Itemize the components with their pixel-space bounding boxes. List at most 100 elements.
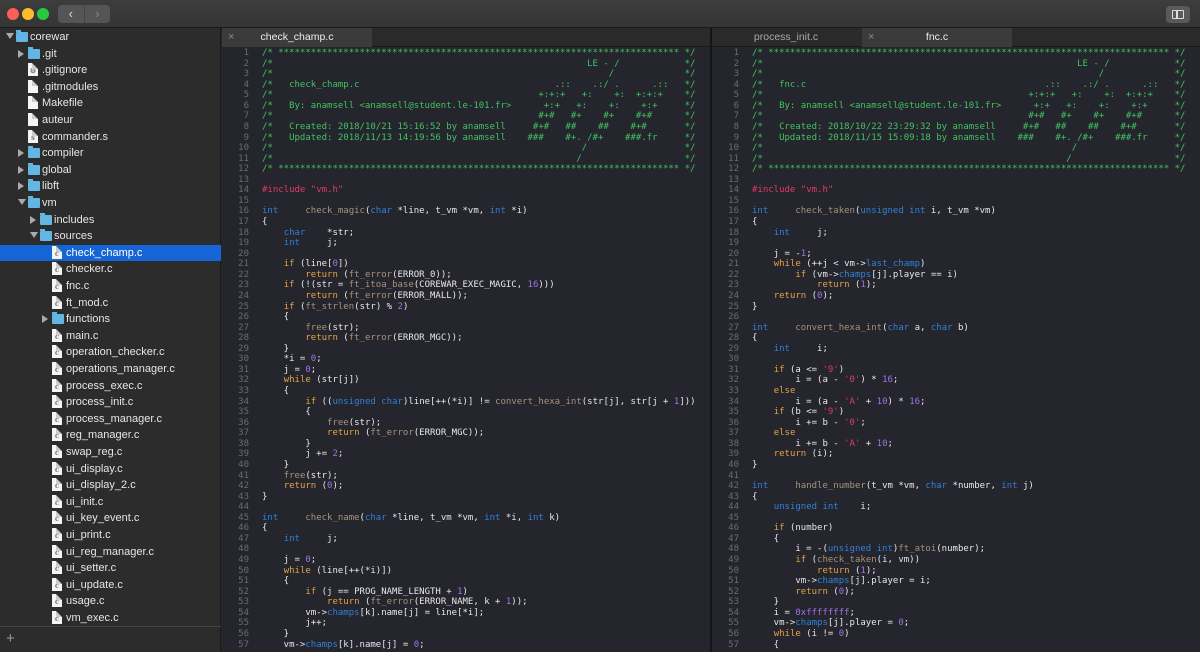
editor-pane-left: check_champ.c × 1 /* **********************… xyxy=(222,28,710,652)
close-tab-icon[interactable]: × xyxy=(228,28,234,47)
tree-item-gitmodules[interactable]: .gitmodules xyxy=(0,79,221,96)
code-text: if (b <= '9') xyxy=(773,407,845,418)
chevron-left-icon[interactable]: ‹ xyxy=(58,5,84,23)
disclosure-closed-icon[interactable] xyxy=(18,49,24,58)
code-editor[interactable]: 1 /* ************************************… xyxy=(222,48,710,650)
code-text: #include "vm.h" xyxy=(752,185,834,196)
line-number: 29 xyxy=(238,343,249,354)
code-text: i = -(unsigned int)ft_atoi(number); xyxy=(752,544,986,555)
tree-item-vm[interactable]: vm xyxy=(0,195,221,212)
code-line: 23 if (!(str = ft_itoa_base(COREWAR_EXEC… xyxy=(222,280,710,291)
tree-item-process-manager-c[interactable]: c process_manager.c xyxy=(0,411,221,428)
line-number: 24 xyxy=(238,290,249,301)
tree-item-process-init-c[interactable]: c process_init.c xyxy=(0,394,221,411)
line-number: 10 xyxy=(238,143,249,154)
tree-item-ui-print-c[interactable]: c ui_print.c xyxy=(0,527,221,544)
tree-item-fnc-c[interactable]: c fnc.c xyxy=(0,278,221,295)
tree-item-functions[interactable]: functions xyxy=(0,311,221,328)
tree-item-git[interactable]: .git xyxy=(0,46,221,63)
line-number: 39 xyxy=(728,449,739,460)
close-window-button[interactable] xyxy=(7,8,19,20)
chevron-right-icon[interactable]: › xyxy=(83,5,111,23)
tree-item-operations-manager-c[interactable]: c operations_manager.c xyxy=(0,361,221,378)
tree-item-ft-mod-c[interactable]: c ft_mod.c xyxy=(0,295,221,312)
code-line: 35 if (b <= '9') xyxy=(712,407,1200,418)
title-bar: ‹ › xyxy=(0,0,1200,28)
line-number: 6 xyxy=(733,100,739,111)
sidebar-toggle-button[interactable] xyxy=(1166,6,1190,23)
tree-item-usage-c[interactable]: c usage.c xyxy=(0,593,221,610)
code-line: 53 return (ft_error(ERROR_NAME, k + 1)); xyxy=(222,597,710,608)
code-text: /* / */ xyxy=(262,153,696,164)
code-line: 32 i = (a - '0') * 16; xyxy=(712,375,1200,386)
tree-item-sources[interactable]: sources xyxy=(0,228,221,245)
tab-check_champ-c[interactable]: check_champ.c × xyxy=(222,28,372,47)
code-line: 48 xyxy=(222,544,710,555)
tree-item-libft[interactable]: libft xyxy=(0,178,221,195)
tree-item-process-exec-c[interactable]: c process_exec.c xyxy=(0,378,221,395)
disclosure-closed-icon[interactable] xyxy=(18,165,24,174)
line-number: 32 xyxy=(238,375,249,386)
close-tab-icon[interactable]: × xyxy=(868,28,874,47)
tree-item-ui-reg-manager-c[interactable]: c ui_reg_manager.c xyxy=(0,544,221,561)
line-number: 21 xyxy=(728,259,739,270)
tree-item-operation-checker-c[interactable]: c operation_checker.c xyxy=(0,344,221,361)
line-number: 33 xyxy=(238,386,249,396)
tree-item-ui-display-2-c[interactable]: c ui_display_2.c xyxy=(0,477,221,494)
tree-item-ui-key-event-c[interactable]: c ui_key_event.c xyxy=(0,510,221,527)
tree-item-makefile[interactable]: Makefile xyxy=(0,95,221,112)
tree-item-label: .git xyxy=(42,47,57,60)
code-line: 3 /* / */ xyxy=(222,69,710,80)
tree-item-ui-setter-c[interactable]: c ui_setter.c xyxy=(0,560,221,577)
tree-item-commander-s[interactable]: s commander.s xyxy=(0,129,221,146)
disclosure-closed-icon[interactable] xyxy=(18,149,24,158)
zoom-window-button[interactable] xyxy=(37,8,49,20)
code-editor[interactable]: 1 /* ************************************… xyxy=(712,48,1200,650)
tree-item-corewar[interactable]: corewar xyxy=(0,29,221,46)
line-number: 55 xyxy=(238,618,249,629)
disclosure-open-icon[interactable] xyxy=(6,33,14,39)
tree-item-label: ui_print.c xyxy=(66,529,111,541)
tree-item-reg-manager-c[interactable]: c reg_manager.c xyxy=(0,427,221,444)
code-text: return (i); xyxy=(773,449,834,460)
code-text: while (str[j]) xyxy=(283,375,360,386)
tree-item-global[interactable]: global xyxy=(0,162,221,179)
tab-bar: process_init.c fnc.c × xyxy=(712,28,1200,47)
tree-item-main-c[interactable]: c main.c xyxy=(0,328,221,345)
code-text: { xyxy=(262,312,290,323)
tree-item-compiler[interactable]: compiler xyxy=(0,145,221,162)
tree-item-ui-update-c[interactable]: c ui_update.c xyxy=(0,577,221,594)
tab-fnc-c[interactable]: fnc.c × xyxy=(862,28,1012,47)
tree-item-gitignore[interactable]: ⚙ .gitignore xyxy=(0,62,221,79)
code-line: 25} xyxy=(712,302,1200,313)
tree-item-ui-init-c[interactable]: c ui_init.c xyxy=(0,494,221,511)
tab-process_init-c[interactable]: process_init.c xyxy=(712,28,860,47)
code-line: 26 { xyxy=(222,312,710,323)
c-file-icon: c xyxy=(52,262,62,276)
add-icon[interactable]: + xyxy=(6,630,15,647)
disclosure-closed-icon[interactable] xyxy=(30,215,36,224)
code-text: /* fnc.c .:: .:/ . .:: */ xyxy=(752,79,1186,90)
tree-item-ui-display-c[interactable]: c ui_display.c xyxy=(0,461,221,478)
line-number: 37 xyxy=(728,428,739,439)
tree-item-check-champ-c[interactable]: c check_champ.c xyxy=(0,244,221,262)
code-line: 1 /* ************************************… xyxy=(222,48,710,59)
line-number: 3 xyxy=(243,69,249,80)
tree-item-includes[interactable]: includes xyxy=(0,212,221,229)
tree-item-label: functions xyxy=(66,313,111,326)
disclosure-closed-icon[interactable] xyxy=(18,182,24,191)
tree-item-auteur[interactable]: auteur xyxy=(0,112,221,129)
line-number: 37 xyxy=(238,428,249,439)
disclosure-closed-icon[interactable] xyxy=(42,315,48,324)
tree-item-vm-exec-c[interactable]: c vm_exec.c xyxy=(0,610,221,627)
minimize-window-button[interactable] xyxy=(22,8,34,20)
code-line: 27 free(str); xyxy=(222,323,710,334)
tree-item-swap-reg-c[interactable]: c swap_reg.c xyxy=(0,444,221,461)
disclosure-open-icon[interactable] xyxy=(30,232,38,239)
code-text: } xyxy=(262,628,290,639)
tree-item-label: ui_key_event.c xyxy=(66,512,140,525)
file-icon xyxy=(28,96,38,110)
code-line: 14 #include "vm.h" xyxy=(222,185,710,196)
tree-item-checker-c[interactable]: c checker.c xyxy=(0,261,221,278)
disclosure-open-icon[interactable] xyxy=(18,199,26,205)
